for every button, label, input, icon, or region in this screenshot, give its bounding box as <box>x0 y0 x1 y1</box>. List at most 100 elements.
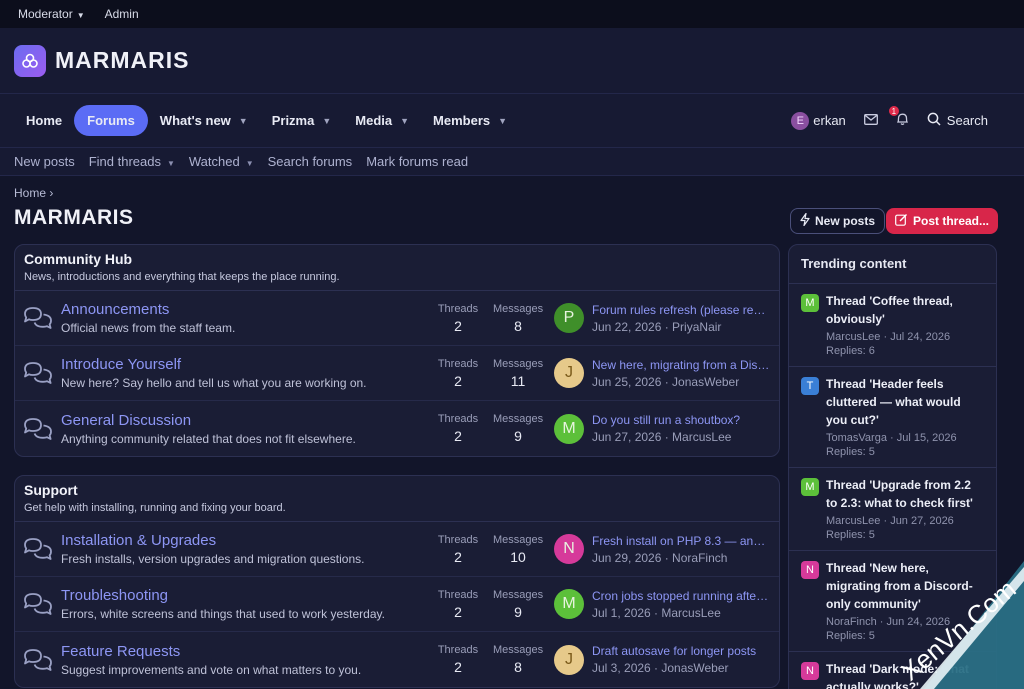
alerts-button[interactable]: 1 <box>888 106 909 129</box>
nav-forums[interactable]: Forums <box>74 105 148 136</box>
avatar[interactable]: M <box>801 478 819 496</box>
messages-count: 10 <box>510 548 526 565</box>
trending-item[interactable]: M Thread 'Upgrade from 2.2 to 2.3: what t… <box>789 468 996 551</box>
nav-members-label: Members <box>433 113 491 128</box>
trending-meta: MarcusLee · Jul 24, 2026 <box>826 331 951 343</box>
nav-prizma[interactable]: Prizma ▼ <box>260 105 344 136</box>
last-post-title[interactable]: Draft autosave for longer posts <box>592 644 770 658</box>
search-button[interactable]: Search <box>927 112 988 129</box>
trending-title[interactable]: Thread 'Coffee thread, obviously' <box>826 292 984 328</box>
trending-replies: Replies: 5 <box>826 630 875 642</box>
alert-badge: 1 <box>888 106 899 116</box>
forum-title[interactable]: Installation & Upgrades <box>61 532 431 549</box>
messages-stat: Messages 10 <box>493 534 543 565</box>
last-post-meta: Jun 27, 2026 · MarcusLee <box>592 430 732 444</box>
avatar[interactable]: J <box>554 358 584 388</box>
avatar[interactable]: T <box>801 377 819 395</box>
avatar[interactable]: N <box>801 662 819 680</box>
trending-title[interactable]: Thread 'New here, migrating from a Disco… <box>826 559 984 613</box>
last-post-title[interactable]: Fresh install on PHP 8.3 — anything to w… <box>592 534 770 548</box>
trending-item[interactable]: T Thread 'Header feels cluttered — what w… <box>789 367 996 468</box>
trending-title[interactable]: Thread 'Upgrade from 2.2 to 2.3: what to… <box>826 476 984 512</box>
last-post-title[interactable]: Cron jobs stopped running after the upda… <box>592 589 770 603</box>
nav-media[interactable]: Media ▼ <box>343 105 421 136</box>
avatar[interactable]: N <box>554 534 584 564</box>
forum-title[interactable]: General Discussion <box>61 412 431 429</box>
bell-icon <box>896 113 909 129</box>
messages-stat: Messages 9 <box>493 413 543 444</box>
threads-count: 2 <box>454 548 462 565</box>
nav-prizma-label: Prizma <box>271 113 315 128</box>
last-post-title[interactable]: Forum rules refresh (please read) <box>592 303 770 317</box>
threads-stat: Threads 2 <box>433 413 483 444</box>
breadcrumb-home[interactable]: Home <box>14 186 46 200</box>
nav-whats-new[interactable]: What's new ▼ <box>148 105 260 136</box>
category-block: Support Get help with installing, running… <box>14 475 780 688</box>
forum-chat-icon <box>15 536 61 562</box>
avatar[interactable]: N <box>801 561 819 579</box>
forum-title[interactable]: Announcements <box>61 301 431 318</box>
subnav-watched[interactable]: Watched ▼ <box>189 154 254 169</box>
trending-title[interactable]: Thread 'Dark mode: what actually works?' <box>826 660 984 689</box>
messages-stat: Messages 8 <box>493 303 543 334</box>
moderator-menu[interactable]: Moderator ▼ <box>18 7 85 21</box>
forum-list: Community Hub News, introductions and eve… <box>14 244 780 689</box>
nav-members[interactable]: Members ▼ <box>421 105 519 136</box>
threads-label: Threads <box>437 533 479 546</box>
chevron-down-icon[interactable]: ▼ <box>246 159 254 168</box>
subnav-find-threads[interactable]: Find threads ▼ <box>89 154 175 169</box>
logo-icon[interactable] <box>14 44 46 77</box>
subnav-search-forums[interactable]: Search forums <box>268 154 353 169</box>
avatar[interactable]: M <box>554 413 584 444</box>
last-post-meta: Jun 22, 2026 · PriyaNair <box>592 319 722 334</box>
avatar[interactable]: M <box>554 589 584 619</box>
subnav-new-posts[interactable]: New posts <box>14 154 75 169</box>
new-posts-button[interactable]: New posts <box>790 208 886 234</box>
post-thread-button[interactable]: Post thread... <box>886 208 999 234</box>
last-post-meta: Jun 25, 2026 · JonasWeber <box>592 374 740 389</box>
envelope-icon[interactable] <box>863 113 878 128</box>
forum-title[interactable]: Troubleshooting <box>61 587 431 604</box>
category-header: Community Hub News, introductions and eve… <box>15 245 779 291</box>
trending-item[interactable]: N Thread 'Dark mode: what actually works?… <box>789 652 996 689</box>
chevron-down-icon[interactable]: ▼ <box>498 116 507 126</box>
trending-title[interactable]: Thread 'Header feels cluttered — what wo… <box>826 375 984 429</box>
trending-item[interactable]: M Thread 'Coffee thread, obviously' Marcus… <box>789 284 996 367</box>
last-post-title[interactable]: Do you still run a shoutbox? <box>592 413 770 427</box>
messages-count: 8 <box>514 659 522 675</box>
subnav-mark-read[interactable]: Mark forums read <box>366 154 468 169</box>
nav-media-label: Media <box>355 113 393 128</box>
messages-stat: Messages 8 <box>493 644 543 675</box>
last-post: J New here, migrating from a Discord-only… <box>554 358 770 389</box>
avatar[interactable]: J <box>554 644 584 675</box>
category-desc: Get help with installing, running and fi… <box>24 502 286 514</box>
avatar[interactable]: P <box>554 303 584 333</box>
search-label: Search <box>946 113 988 128</box>
forum-title[interactable]: Feature Requests <box>61 643 431 660</box>
trending-replies: Replies: 5 <box>826 446 875 458</box>
last-post-meta: Jul 1, 2026 · MarcusLee <box>592 605 721 620</box>
threads-label: Threads <box>437 644 479 656</box>
forum-desc: Errors, white screens and things that us… <box>61 607 385 621</box>
trending-item[interactable]: N Thread 'New here, migrating from a Disc… <box>789 551 996 652</box>
bolt-icon <box>800 212 810 229</box>
logo-text[interactable]: MARMARIS <box>55 47 190 74</box>
staff-bar: Moderator ▼ Admin <box>0 0 1024 28</box>
account-link[interactable]: E erkan <box>791 111 846 130</box>
nav-home[interactable]: Home <box>14 105 74 136</box>
chevron-down-icon[interactable]: ▼ <box>167 159 175 168</box>
threads-stat: Threads 2 <box>433 589 483 620</box>
chevron-down-icon[interactable]: ▼ <box>400 116 409 126</box>
nav-right: E erkan 1 Search <box>791 106 1024 130</box>
chevron-down-icon[interactable]: ▼ <box>239 116 248 126</box>
chevron-down-icon[interactable]: ▼ <box>322 116 331 126</box>
forum-title[interactable]: Introduce Yourself <box>61 356 431 373</box>
sidebar-title: Trending content <box>789 245 996 284</box>
avatar: E <box>791 111 810 130</box>
avatar[interactable]: M <box>801 294 819 312</box>
forum-chat-icon <box>15 591 61 617</box>
category-title[interactable]: Community Hub <box>24 251 770 267</box>
admin-link[interactable]: Admin <box>105 7 139 21</box>
last-post-title[interactable]: New here, migrating from a Discord-only … <box>592 358 770 372</box>
category-title[interactable]: Support <box>24 482 770 498</box>
